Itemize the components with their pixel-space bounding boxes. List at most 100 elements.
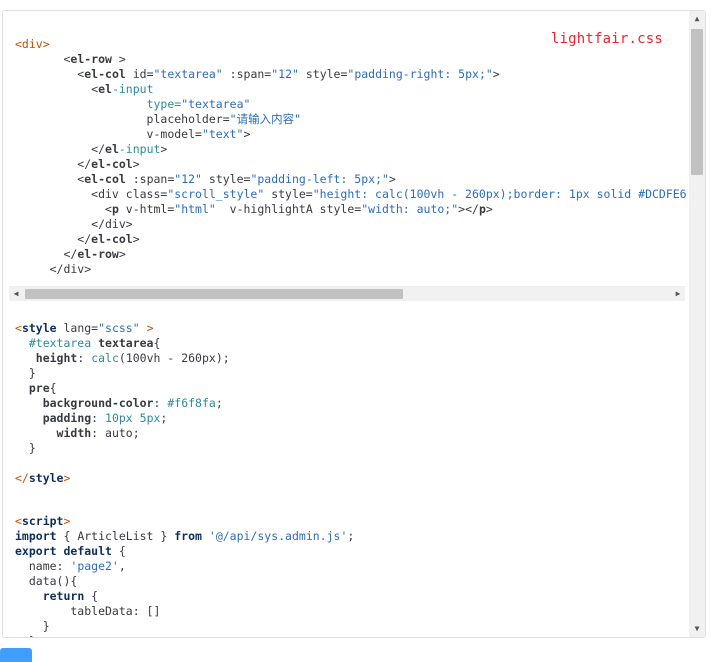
scroll-up-arrow-icon[interactable]: ▲ bbox=[689, 11, 705, 27]
code-line: </el-col> bbox=[3, 157, 687, 172]
code-line: return { bbox=[3, 589, 687, 604]
code-line: data(){ bbox=[3, 574, 687, 589]
code-line: <script> bbox=[3, 514, 687, 529]
code-line: <el-row > bbox=[3, 52, 687, 67]
code-token: '@/api/sys.admin.js' bbox=[208, 529, 348, 543]
code-token: data(){ bbox=[15, 574, 78, 588]
code-token: return bbox=[42, 589, 85, 603]
code-token: style bbox=[21, 321, 57, 335]
code-token: type= bbox=[146, 97, 182, 111]
code-token: -input bbox=[111, 82, 154, 96]
code-token: "text" bbox=[201, 127, 244, 141]
code-token: } bbox=[15, 441, 36, 455]
code-token: el-col bbox=[91, 157, 133, 171]
code-line: tableData: [] bbox=[3, 604, 687, 619]
code-line: background-color: #f6f8fa; bbox=[3, 396, 687, 411]
code-line: } bbox=[3, 619, 687, 634]
code-token: el-col bbox=[91, 232, 133, 246]
code-token: el-row bbox=[77, 247, 119, 261]
code-token: v-highlightA style= bbox=[215, 202, 362, 216]
code-token: placeholder= bbox=[15, 112, 230, 126]
code-token: style bbox=[28, 471, 64, 485]
code-token: < bbox=[15, 202, 112, 216]
code-line: <el-col id="textarea" :span="12" style="… bbox=[3, 67, 687, 82]
code-token: : auto; bbox=[91, 426, 140, 440]
code-token: </div> bbox=[15, 217, 133, 231]
code-token: > bbox=[111, 52, 126, 66]
code-token: v-html= bbox=[118, 202, 175, 216]
code-token: { bbox=[49, 381, 57, 395]
code-token: "请输入内容" bbox=[229, 112, 301, 126]
code-token: : bbox=[153, 396, 168, 410]
code-token: ></ bbox=[458, 202, 479, 216]
code-token: style= bbox=[201, 172, 251, 186]
code-token: calc bbox=[91, 351, 119, 365]
code-token: "scroll_style" bbox=[167, 187, 265, 201]
code-token: p bbox=[111, 202, 119, 216]
code-token: script bbox=[21, 514, 64, 528]
code-token: <div class= bbox=[15, 187, 168, 201]
code-token: #f6f8fa bbox=[167, 396, 216, 410]
code-token: > bbox=[160, 142, 168, 156]
code-line: width: auto; bbox=[3, 426, 687, 441]
code-token: el-col bbox=[84, 172, 126, 186]
code-token: > bbox=[485, 202, 493, 216]
code-line: </el-col> bbox=[3, 232, 687, 247]
vertical-scroll-thumb[interactable] bbox=[691, 29, 703, 175]
code-token: < bbox=[15, 52, 71, 66]
code-token: import bbox=[15, 529, 57, 543]
code-line: </div> bbox=[3, 262, 687, 277]
horizontal-scrollbar[interactable]: ◀ ▶ bbox=[9, 286, 685, 301]
code-line: </div> bbox=[3, 217, 687, 232]
code-token: ; bbox=[347, 529, 355, 543]
code-token: width bbox=[56, 426, 92, 440]
code-token: < bbox=[15, 321, 22, 335]
vertical-scrollbar[interactable]: ▲ ▼ bbox=[689, 11, 705, 637]
code-token: </div> bbox=[15, 262, 92, 276]
code-token: > bbox=[63, 471, 71, 485]
code-token: "scss" bbox=[98, 321, 140, 335]
code-token: > bbox=[139, 321, 154, 335]
code-token: : bbox=[77, 351, 92, 365]
code-line: </style> bbox=[3, 471, 687, 486]
code-line: </el-row> bbox=[3, 247, 687, 262]
script-code-block[interactable]: <script> import { ArticleList } from '@/a… bbox=[3, 514, 687, 637]
code-token: > bbox=[118, 247, 126, 261]
code-token: < bbox=[15, 67, 85, 81]
code-token: #textarea bbox=[15, 336, 99, 350]
code-token: > bbox=[132, 157, 140, 171]
code-token: "html" bbox=[174, 202, 216, 216]
code-token: > bbox=[492, 67, 500, 81]
code-token: </ bbox=[15, 232, 92, 246]
code-token: el-row bbox=[70, 52, 112, 66]
code-token: </ bbox=[15, 157, 92, 171]
code-token: { ArticleList } bbox=[56, 529, 175, 543]
code-token: { bbox=[111, 544, 126, 558]
code-token: > bbox=[63, 514, 71, 528]
code-token: p bbox=[478, 202, 486, 216]
scroll-down-arrow-icon[interactable]: ▼ bbox=[689, 621, 705, 637]
code-token: < bbox=[15, 82, 99, 96]
scroll-right-arrow-icon[interactable]: ▶ bbox=[671, 287, 685, 301]
code-line: <p v-html="html" v-highlightA style="wid… bbox=[3, 202, 687, 217]
code-line: } bbox=[3, 441, 687, 456]
code-line: v-model="text"> bbox=[3, 127, 687, 142]
template-code-block[interactable]: <div> <el-row > <el-col id="textarea" :s… bbox=[3, 37, 687, 287]
code-token: </ bbox=[15, 471, 29, 485]
code-token: } bbox=[15, 366, 36, 380]
code-token: { bbox=[153, 336, 161, 350]
primary-action-button[interactable] bbox=[0, 648, 32, 662]
code-token: "textarea" bbox=[153, 67, 223, 81]
style-code-block[interactable]: <style lang="scss" > #textarea textarea{… bbox=[3, 321, 687, 501]
code-token: v-model= bbox=[15, 127, 202, 141]
code-preview-panel: lightfair.css <div> <el-row > <el-col id… bbox=[2, 10, 706, 638]
code-token: padding bbox=[42, 411, 92, 425]
scroll-left-arrow-icon[interactable]: ◀ bbox=[9, 287, 23, 301]
horizontal-scroll-thumb[interactable] bbox=[25, 289, 403, 299]
code-token: :span= bbox=[222, 67, 272, 81]
code-line: <div> bbox=[3, 37, 687, 52]
